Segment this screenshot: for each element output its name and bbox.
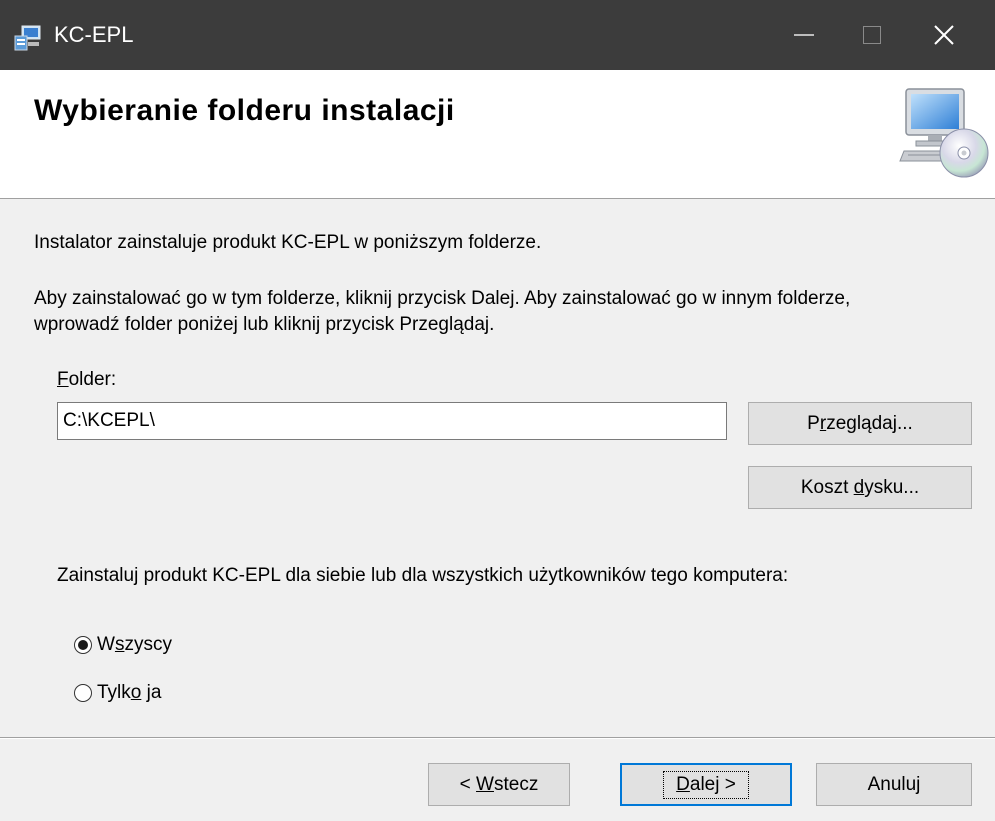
folder-label-accel: F xyxy=(57,369,69,390)
next-post: alej > xyxy=(689,773,736,795)
cancel-button[interactable]: Anuluj xyxy=(816,763,972,806)
installer-icon xyxy=(14,25,41,51)
browse-post: zeglądaj... xyxy=(826,412,913,434)
folder-path-input[interactable] xyxy=(57,402,727,440)
radio-everyone-label[interactable]: Wszyscy xyxy=(97,634,172,656)
next-focus-rect: Dalej > xyxy=(663,770,749,799)
page-title: Wybieranie folderu instalacji xyxy=(34,94,455,127)
radio-everyone[interactable]: Wszyscy xyxy=(74,632,172,658)
instructions-text-line1: Aby zainstalować go w tym folderze, klik… xyxy=(34,288,851,309)
radio-just-me-accel: o xyxy=(130,682,142,703)
minimize-button[interactable] xyxy=(770,0,838,70)
next-button[interactable]: Dalej > xyxy=(620,763,792,806)
browse-button[interactable]: Pr zeglądaj... xyxy=(748,402,972,445)
back-accel: W xyxy=(476,773,494,795)
radio-just-me[interactable]: Tylko ja xyxy=(74,680,161,706)
radio-just-me-pre: Tylk xyxy=(97,682,131,703)
maximize-icon xyxy=(863,26,881,44)
back-pre: < xyxy=(459,773,477,795)
radio-everyone-accel: s xyxy=(114,634,125,655)
close-icon xyxy=(934,25,954,45)
title-bar[interactable]: KC-EPL xyxy=(0,0,995,70)
radio-everyone-circle[interactable] xyxy=(74,636,92,654)
folder-label-rest: older: xyxy=(68,369,117,390)
radio-everyone-post: zyscy xyxy=(124,634,172,655)
maximize-button[interactable] xyxy=(838,0,906,70)
disk-cost-pre: Koszt xyxy=(800,476,854,498)
radio-just-me-circle[interactable] xyxy=(74,684,92,702)
back-post: stecz xyxy=(493,773,539,795)
disk-cost-button[interactable]: Koszt d ysku... xyxy=(748,466,972,509)
intro-text: Instalator zainstaluje produkt KC-EPL w … xyxy=(34,232,542,253)
disk-cost-accel: d xyxy=(853,476,865,498)
next-accel: D xyxy=(676,773,690,795)
radio-just-me-label[interactable]: Tylko ja xyxy=(97,682,161,704)
disk-cost-post: ysku... xyxy=(864,476,920,498)
installer-window: KC-EPL Wybieranie folderu instalacji Ins… xyxy=(0,0,995,821)
radio-everyone-pre: W xyxy=(97,634,115,655)
folder-label: Folder: xyxy=(57,369,116,391)
instructions-text-line2: wprowadź folder poniżej lub kliknij przy… xyxy=(34,314,495,335)
minimize-icon xyxy=(794,34,814,36)
computer-cd-icon xyxy=(899,88,989,178)
install-scope-label: Zainstaluj produkt KC-EPL dla siebie lub… xyxy=(57,565,789,586)
footer-divider xyxy=(0,737,995,739)
radio-just-me-post: ja xyxy=(141,682,162,703)
back-button[interactable]: < Wstecz xyxy=(428,763,570,806)
browse-pre: P xyxy=(807,412,820,434)
header-banner: Wybieranie folderu instalacji xyxy=(0,70,995,199)
close-button[interactable] xyxy=(910,0,978,70)
radio-selected-dot xyxy=(78,640,88,650)
window-title: KC-EPL xyxy=(54,22,134,47)
